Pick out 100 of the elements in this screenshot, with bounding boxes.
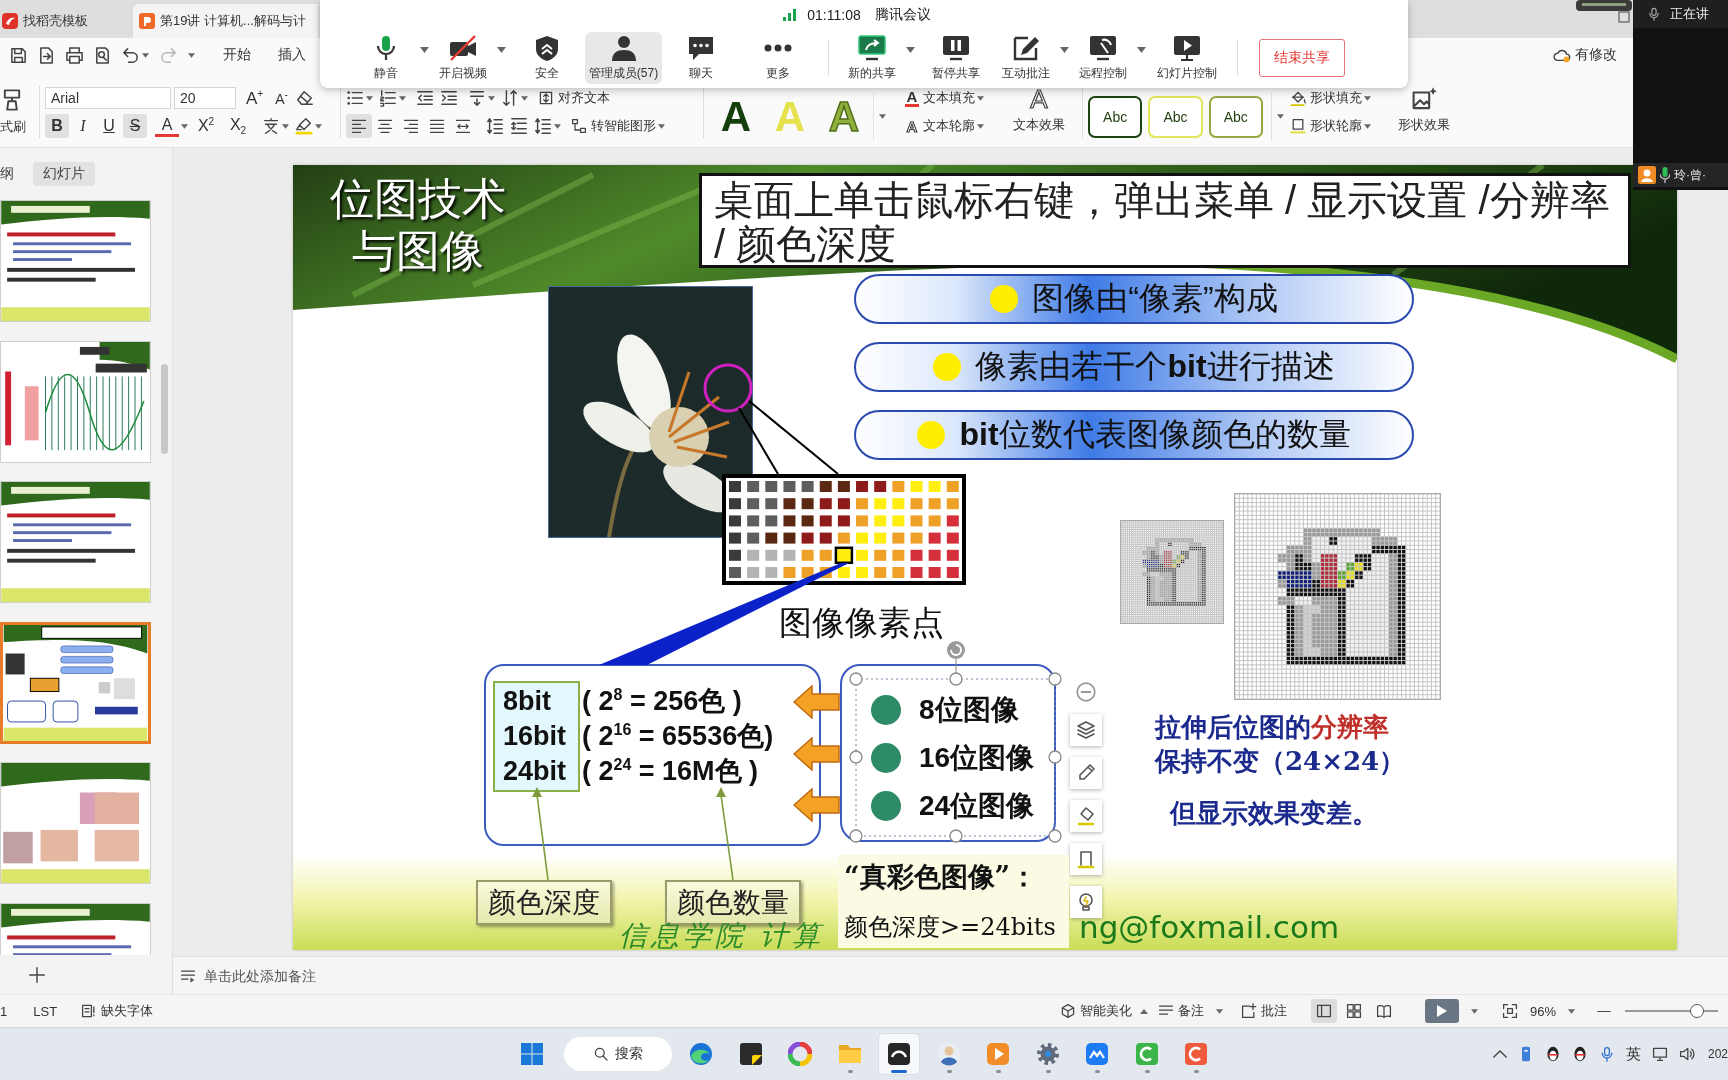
slide-thumbnail[interactable] [0,621,151,744]
format-painter-button[interactable]: 式刷 [0,86,34,147]
line-spacing-icon[interactable] [534,117,552,135]
zoom-out-icon[interactable] [1597,1009,1611,1013]
slideshow-button[interactable] [1424,999,1459,1023]
pane-tab[interactable]: 幻灯片 [33,162,95,186]
clock-text[interactable]: 202 [1707,1047,1728,1061]
slide-control-button[interactable]: 幻灯片控制 [1148,32,1225,84]
slide-thumbnail[interactable] [0,340,151,463]
increase-indent-icon[interactable] [440,89,458,107]
caret-icon[interactable] [1137,47,1146,53]
clear-format-icon[interactable] [295,89,314,107]
align-left-button[interactable] [346,114,372,138]
zoom-level-button[interactable]: 96% [1529,1003,1556,1019]
penguin-icon[interactable] [1544,1046,1561,1062]
strikethrough-button[interactable]: S [123,114,147,138]
pen-icon[interactable] [1070,757,1102,789]
end-share-button[interactable]: 结束共享 [1259,39,1345,77]
align-text-button[interactable]: 对齐文本 [538,89,610,107]
underline-button[interactable]: U [97,114,121,138]
members-button[interactable]: 管理成员(57) [585,32,662,84]
slide-thumbnail[interactable] [0,762,151,884]
caret-icon[interactable] [366,95,373,101]
font-color-button[interactable]: A [155,115,179,137]
text-effect-button[interactable]: A 文本效果 [1001,86,1077,147]
beautify-button[interactable]: 智能美化 [1059,1002,1148,1020]
normal-view-button[interactable] [1310,999,1337,1023]
app-tab[interactable]: 找稻壳模板 [0,4,128,38]
network-icon[interactable] [1651,1046,1668,1062]
italic-button[interactable]: I [71,114,95,138]
video-button[interactable]: 开启视频 [431,32,495,84]
annotate-button[interactable]: 互动批注 [994,32,1058,84]
window-icon[interactable] [1618,11,1630,23]
vertical-arrows-icon[interactable] [501,89,519,107]
resize-handle[interactable] [849,750,863,764]
undo-icon[interactable] [121,45,140,65]
pane-tab[interactable]: 纲 [0,162,14,186]
resize-handle[interactable] [849,672,863,686]
slide-thumbnail[interactable] [0,481,151,603]
document-app-button[interactable] [878,1033,920,1075]
subscript-button[interactable]: X$_{2}$ [226,114,250,138]
caret-icon[interactable] [315,123,322,129]
text-direction-icon[interactable] [468,89,486,107]
slide-thumbnail[interactable] [0,200,151,322]
save-icon[interactable] [9,45,28,65]
caret-icon[interactable] [1364,123,1371,129]
penguin-icon[interactable] [1571,1046,1588,1062]
caret-icon[interactable] [1470,1008,1478,1014]
search-button[interactable]: 搜索 [564,1037,672,1071]
resize-handle[interactable] [1048,750,1062,764]
shape-style-swatch[interactable]: Abc [1148,95,1203,138]
shape-fill-button[interactable]: 形状填充 [1290,89,1362,107]
print-preview-icon[interactable] [93,45,112,65]
chevron-up-icon[interactable] [1492,1050,1507,1058]
remote-control-button[interactable]: 远程控制 [1071,32,1135,84]
export-icon[interactable] [37,45,56,65]
more-button[interactable]: 更多 [739,32,816,84]
caret-icon[interactable] [1060,47,1069,53]
save-status-button[interactable]: 有修改 [1553,46,1617,64]
plus-icon[interactable] [28,965,46,984]
caret-icon[interactable] [521,95,528,101]
print-icon[interactable] [65,45,84,65]
font-size-field[interactable]: 20 [174,87,236,109]
text-outline-button[interactable]: A 文本轮廓 [905,117,975,135]
slider-thumb[interactable] [1689,1004,1704,1018]
caret-icon[interactable] [181,123,188,129]
speaker-icon[interactable] [1678,1046,1695,1062]
rotate-handle[interactable] [947,641,965,659]
shape-style-swatch[interactable]: Abc [1088,95,1143,138]
mute-button[interactable]: 静音 [354,32,418,84]
fit-window-icon[interactable] [1501,1003,1518,1019]
line-spacing-icon[interactable] [486,117,504,135]
input-method-button[interactable]: 英 [1625,1044,1641,1064]
missing-fonts-button[interactable]: 缺失字体 [81,1002,154,1020]
decrease-indent-icon[interactable] [416,89,434,107]
smart-graphic-button[interactable]: 转智能图形 [571,117,656,135]
shape-style-swatch[interactable]: Abc [1208,95,1263,138]
caret-icon[interactable] [1364,95,1371,101]
shape-outline-button[interactable]: 形状轮廓 [1290,117,1362,135]
caret-icon[interactable] [1215,1008,1223,1014]
resize-handle[interactable] [949,672,963,686]
caret-icon[interactable] [282,123,289,129]
shape-effect-button[interactable]: 形状效果 [1386,86,1462,147]
caret-icon[interactable] [658,123,665,129]
caret-icon[interactable] [420,47,429,53]
caret-icon[interactable] [977,95,984,101]
caret-icon[interactable] [488,95,495,101]
numbered-list-icon[interactable] [379,89,397,107]
caret-icon[interactable] [879,114,886,119]
caret-icon[interactable] [906,47,915,53]
collapse-icon[interactable] [1075,681,1097,703]
shrink-font-button[interactable]: A$^{-}$ [273,89,290,107]
bold-button[interactable]: B [45,114,69,138]
security-button[interactable]: 安全 [508,32,585,84]
caret-icon[interactable] [977,123,984,129]
resize-handle[interactable] [849,829,863,843]
fill-icon[interactable] [1070,800,1102,832]
font-name-field[interactable]: Arial [45,87,171,109]
caret-icon[interactable] [1277,114,1284,119]
paragraph-spacing-icon[interactable] [510,117,528,135]
